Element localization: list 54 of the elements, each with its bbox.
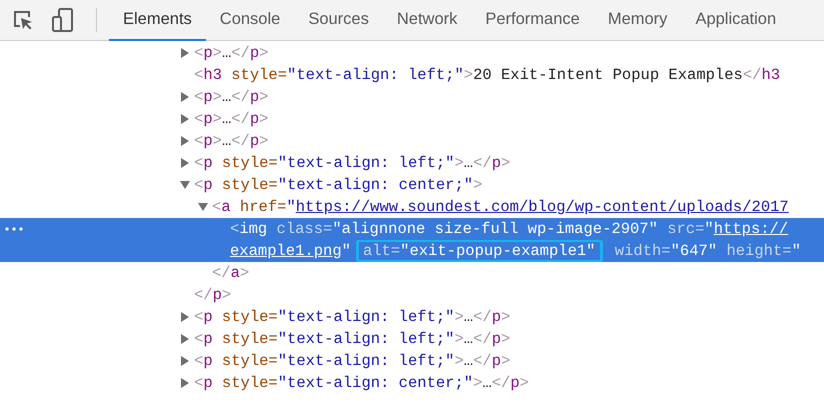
inspect-icon[interactable]: [12, 9, 34, 31]
tree-row[interactable]: <p>…</p>: [0, 130, 824, 152]
triangle-right-icon[interactable]: [180, 378, 190, 388]
tree-row[interactable]: <p style="text-align: left;">…</p>: [0, 152, 824, 174]
triangle-right-icon[interactable]: [180, 158, 190, 168]
tab[interactable]: Network: [382, 0, 472, 41]
code-text: <p>…</p>: [194, 87, 268, 108]
ellipsis-icon[interactable]: [5, 227, 23, 231]
tab[interactable]: Memory: [594, 0, 682, 41]
code-text: width="647" height=": [614, 241, 801, 262]
code-text: </a>: [212, 263, 250, 284]
triangle-right-icon[interactable]: [180, 356, 190, 366]
tree-row[interactable]: </a>: [0, 262, 824, 284]
tree-row[interactable]: <img class="alignnone size-full wp-image-2907" src="https:// example1.png" alt="exit-popup-example1" width="647" height=": [0, 218, 824, 262]
code-text: example1.png": [230, 241, 351, 262]
triangle-right-icon[interactable]: [180, 114, 190, 124]
tree-row[interactable]: <h3 style="text-align: left;">20 Exit-Intent Popup Examples</h3: [0, 64, 824, 86]
tree-row[interactable]: <p style="text-align: center;">: [0, 174, 824, 196]
tree-row[interactable]: <p>…</p>: [0, 86, 824, 108]
code-text: <p style="text-align: center;">: [194, 175, 482, 196]
code-text: <p style="text-align: left;">…</p>: [194, 329, 510, 350]
highlight-box: alt="exit-popup-example1": [356, 240, 602, 262]
tab[interactable]: Sources: [294, 0, 383, 41]
triangle-right-icon[interactable]: [180, 92, 190, 102]
tree-row[interactable]: <p style="text-align: center;">…</p>: [0, 372, 824, 394]
code-text: <p style="text-align: left;">…</p>: [194, 153, 510, 174]
triangle-right-icon[interactable]: [180, 334, 190, 344]
tab[interactable]: Application: [681, 0, 790, 41]
code-text: <p>…</p>: [194, 131, 268, 152]
tree-row[interactable]: <p style="text-align: left;">…</p>: [0, 306, 824, 328]
code-text: </p>: [194, 285, 232, 306]
triangle-right-icon[interactable]: [180, 312, 190, 322]
tab[interactable]: Console: [206, 0, 294, 41]
tree-row[interactable]: <p style="text-align: left;">…</p>: [0, 328, 824, 350]
code-text: <h3 style="text-align: left;">20 Exit-Intent Popup Examples</h3: [194, 65, 780, 86]
tree-row[interactable]: <p>…</p>: [0, 42, 824, 64]
triangle-down-icon[interactable]: [180, 180, 190, 190]
triangle-right-icon[interactable]: [180, 48, 190, 58]
code-text: <p>…</p>: [194, 43, 268, 64]
tree-row[interactable]: <p>…</p>: [0, 108, 824, 130]
tree-row[interactable]: <a href="https://www.soundest.com/blog/wp-content/uploads/2017: [0, 196, 824, 218]
code-text: <a href="https://www.soundest.com/blog/wp-content/uploads/2017: [212, 197, 789, 218]
code-text: <p>…</p>: [194, 109, 268, 130]
triangle-right-icon[interactable]: [180, 136, 190, 146]
code-text: <p style="text-align: center;">…</p>: [194, 373, 529, 394]
tab[interactable]: Elements: [109, 0, 206, 41]
triangle-down-icon[interactable]: [198, 202, 208, 212]
tab[interactable]: Performance: [471, 0, 594, 41]
code-text: <p style="text-align: left;">…</p>: [194, 307, 510, 328]
device-icon[interactable]: [52, 8, 74, 32]
code-text: <img class="alignnone size-full wp-image-2907" src="https://: [230, 219, 788, 240]
tree-row[interactable]: </p>: [0, 284, 824, 306]
tree-row[interactable]: <p style="text-align: left;">…</p>: [0, 350, 824, 372]
code-text: <p style="text-align: left;">…</p>: [194, 351, 510, 372]
